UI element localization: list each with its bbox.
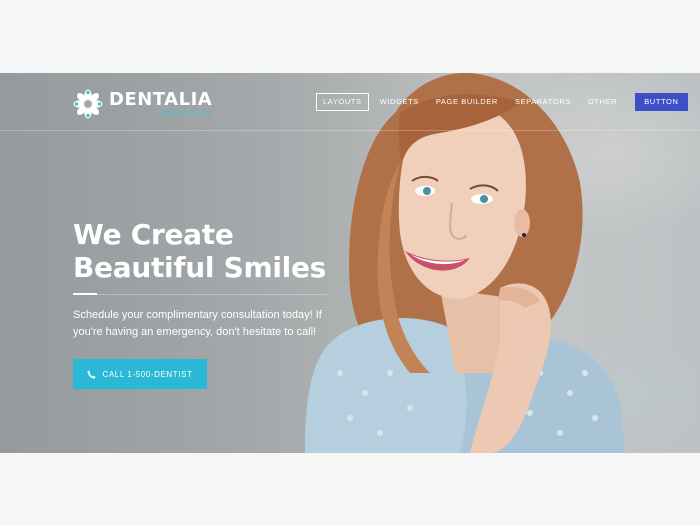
phone-icon — [87, 369, 97, 379]
nav-item-separators[interactable]: SEPARATORS — [509, 93, 577, 111]
hero-headline: We Create Beautiful Smiles — [73, 218, 363, 284]
hero-section: DENTALIA dental clinic LAYOUTS WIDGETS P… — [0, 73, 700, 453]
header-button[interactable]: BUTTON — [635, 93, 688, 111]
nav-item-widgets[interactable]: WIDGETS — [374, 93, 425, 111]
headline-divider — [73, 293, 97, 295]
flower-logo-icon — [73, 89, 103, 119]
brand-tagline: dental clinic — [162, 110, 213, 117]
headline-divider-line — [97, 294, 327, 295]
nav-item-page-builder[interactable]: PAGE BUILDER — [430, 93, 504, 111]
logo[interactable]: DENTALIA dental clinic — [73, 89, 212, 119]
logo-text: DENTALIA dental clinic — [109, 90, 212, 118]
nav-item-layouts[interactable]: LAYOUTS — [316, 93, 369, 111]
nav-item-other[interactable]: OTHER — [582, 93, 623, 111]
site-header: DENTALIA dental clinic LAYOUTS WIDGETS P… — [0, 73, 700, 131]
brand-name: DENTALIA — [109, 89, 213, 110]
cta-label: CALL 1-500-DENTIST — [102, 369, 193, 379]
hero-subtext: Schedule your complimentary consultation… — [73, 309, 322, 338]
headline-line-1: We Create — [73, 218, 234, 251]
main-nav: LAYOUTS WIDGETS PAGE BUILDER SEPARATORS … — [316, 93, 688, 111]
call-dentist-button[interactable]: CALL 1-500-DENTIST — [73, 359, 207, 389]
headline-line-2: Beautiful Smiles — [73, 251, 326, 284]
